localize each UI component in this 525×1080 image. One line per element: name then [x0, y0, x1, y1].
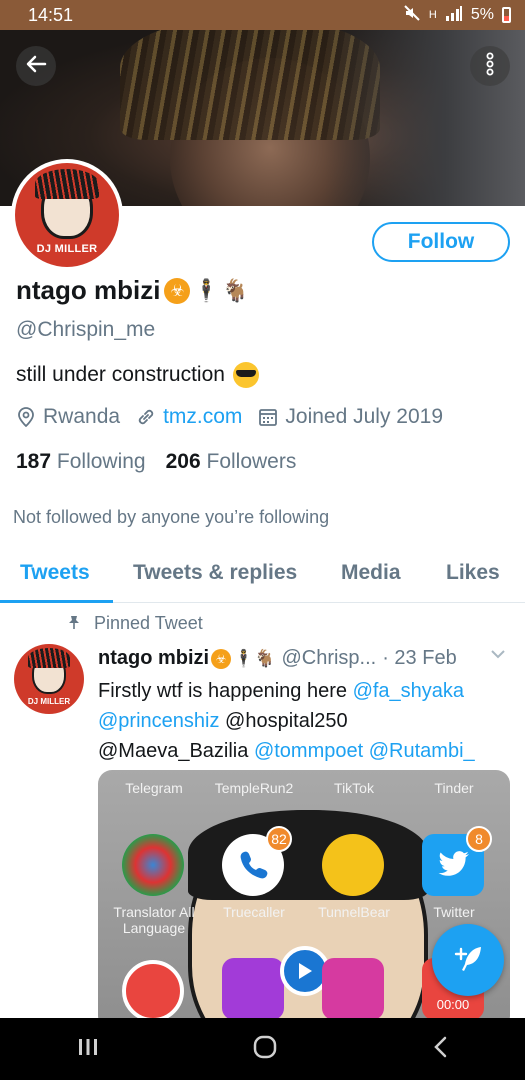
tweet-avatar-label: DJ MILLER [27, 697, 71, 706]
mention-link[interactable]: @tommpoet [254, 740, 363, 762]
quill-plus-icon [451, 941, 485, 980]
tweet-media-image[interactable]: Telegram TempleRun2 TikTok Tinder 82 8 T… [98, 770, 510, 1030]
profile-handle: @Chrispin_me [16, 318, 156, 341]
tab-likes[interactable]: Likes [446, 561, 500, 585]
pin-icon [68, 615, 80, 632]
bio-text: still under construction [16, 363, 225, 386]
flags-app-icon [122, 834, 184, 896]
more-options-button[interactable] [470, 46, 510, 86]
profile-meta: Rwanda tmz.com Joined July 2019 [16, 405, 459, 429]
back-nav-icon[interactable] [432, 1035, 448, 1064]
display-name-text: ntago mbizi [16, 275, 161, 305]
battery-percent: 5% [470, 6, 494, 23]
app-label: Tinder [434, 780, 474, 796]
mention-link[interactable]: @Rutambi_ [369, 740, 475, 762]
goat-emoji-icon: 🐐 [221, 277, 250, 303]
location-text: Rwanda [43, 405, 121, 428]
mention-link[interactable]: @princenshiz [98, 710, 219, 732]
profile-avatar[interactable]: DJ MILLER [11, 159, 123, 271]
active-tab-indicator [0, 600, 113, 603]
avatar-label: DJ MILLER [36, 243, 98, 255]
profile-bio: still under construction [16, 362, 259, 388]
home-icon[interactable] [252, 1034, 278, 1065]
businessman-emoji-icon: 🕴 [233, 648, 255, 668]
more-vertical-icon [485, 52, 495, 81]
tweet-avatar[interactable]: DJ MILLER [14, 644, 84, 714]
twitter-badge: 8 [466, 826, 492, 852]
location-pin-icon [16, 407, 36, 427]
app-label: TempleRun2 [214, 780, 294, 796]
tab-tweets[interactable]: Tweets [20, 561, 90, 585]
pinned-text: Pinned Tweet [94, 613, 203, 633]
app-label: TikTok [334, 780, 374, 796]
businessman-emoji-icon: 🕴 [192, 277, 220, 303]
display-name: ntago mbizi ☣ 🕴 🐐 [16, 275, 249, 306]
following-label: Following [56, 450, 146, 473]
recent-apps-icon[interactable] [77, 1037, 99, 1062]
status-bar: 14:51 H 5% [0, 0, 525, 30]
link-icon [136, 407, 156, 427]
video-app-icon [222, 958, 284, 1020]
join-date: Joined July 2019 [258, 405, 443, 429]
app-label: Truecaller [223, 904, 285, 920]
followers-count: 206 [165, 450, 201, 473]
video-editor-app-icon [322, 958, 384, 1020]
mention-link[interactable]: @fa_shyaka [353, 680, 464, 702]
chevron-down-icon[interactable] [490, 646, 506, 664]
app-label: TunnelBear [318, 904, 390, 920]
biohazard-emoji-icon: ☣ [211, 648, 232, 669]
biohazard-emoji-icon: ☣ [164, 277, 191, 304]
not-followed-note: Not followed by anyone you’re following [13, 507, 330, 527]
followers-count-link[interactable]: 206 Followers [166, 450, 297, 474]
status-time: 14:51 [28, 4, 74, 25]
truecaller-badge: 82 [266, 826, 292, 852]
arrow-left-icon [25, 53, 47, 80]
app-label: Translator All Language [113, 904, 195, 936]
followers-label: Followers [206, 450, 297, 473]
profile-tabs: Tweets Tweets & replies Media Likes [0, 545, 525, 603]
calendar-icon [258, 407, 278, 427]
follow-counts: 187 Following 206 Followers [16, 450, 296, 474]
tweet-text: Firstly wtf is happening here @fa_shyaka… [98, 680, 475, 762]
tab-media[interactable]: Media [341, 561, 401, 585]
following-count: 187 [16, 450, 52, 473]
tweet-author-handle: @Chrisp... [281, 647, 377, 669]
app-label: Twitter [433, 904, 475, 920]
sunglasses-emoji-icon [232, 362, 259, 388]
following-count-link[interactable]: 187 Following [16, 450, 146, 474]
join-date-text: Joined July 2019 [285, 405, 444, 428]
system-navigation-bar [0, 1018, 525, 1080]
compose-tweet-button[interactable] [432, 924, 504, 996]
tweet-date: · 23 Feb [382, 647, 457, 669]
mute-icon [403, 4, 421, 27]
timer-text: 00:00 [436, 997, 470, 1012]
website[interactable]: tmz.com [136, 405, 242, 429]
website-link[interactable]: tmz.com [163, 405, 242, 429]
signal-icon [445, 5, 463, 26]
back-button[interactable] [16, 46, 56, 86]
location: Rwanda [16, 405, 120, 429]
follow-button[interactable]: Follow [372, 222, 510, 262]
goat-emoji-icon: 🐐 [254, 648, 276, 668]
tab-tweets-replies[interactable]: Tweets & replies [133, 561, 297, 585]
battery-icon [502, 7, 511, 23]
fire-app-icon [122, 960, 184, 1022]
status-icons: H 5% [403, 4, 511, 27]
pinned-tweet-label: Pinned Tweet [68, 613, 203, 634]
tunnelbear-app-icon [322, 834, 384, 896]
network-type: H [428, 9, 437, 21]
app-label: Telegram [125, 780, 183, 796]
tweet-header: ntago mbizi ☣ 🕴 🐐 @Chrisp... · 23 Feb [98, 647, 457, 670]
tweet-author-name[interactable]: ntago mbizi [98, 647, 209, 670]
